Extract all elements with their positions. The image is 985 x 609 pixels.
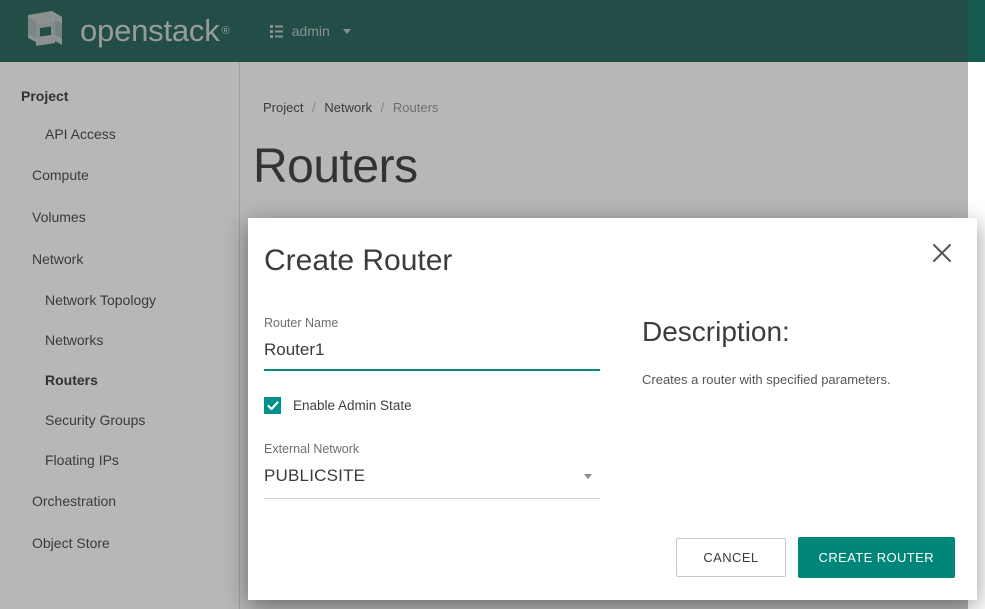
router-name-label: Router Name <box>264 316 339 330</box>
description-text: Creates a router with specified paramete… <box>642 372 891 387</box>
external-network-field-group: External Network PUBLICSITE <box>264 442 600 499</box>
close-x-icon[interactable] <box>927 238 957 268</box>
checkmark-icon <box>266 400 279 412</box>
enable-admin-state-row[interactable]: Enable Admin State <box>264 397 600 414</box>
description-panel: Description: Creates a router with speci… <box>600 316 947 499</box>
description-title: Description: <box>642 316 790 347</box>
router-name-field-group: Router Name <box>264 316 600 371</box>
external-network-select[interactable]: PUBLICSITE <box>264 466 600 499</box>
chevron-down-icon <box>584 473 592 479</box>
enable-admin-state-label: Enable Admin State <box>293 398 412 413</box>
horizon-app: openstack ® admin Project API Access Com… <box>0 0 985 609</box>
router-form: Router Name Enable Admin State Exter <box>264 316 600 499</box>
enable-admin-state-checkbox[interactable] <box>264 397 281 414</box>
modal-footer: CANCEL CREATE ROUTER <box>676 537 955 578</box>
modal-body: Router Name Enable Admin State Exter <box>248 278 977 499</box>
modal-title: Create Router <box>264 244 453 277</box>
external-network-selected-value: PUBLICSITE <box>264 466 366 485</box>
create-router-modal: Create Router Router Name Router1 Enable… <box>248 218 977 600</box>
cancel-button[interactable]: CANCEL <box>676 538 786 577</box>
external-network-label: External Network <box>264 442 360 456</box>
modal-header: Create Router <box>248 218 977 278</box>
router-name-input[interactable] <box>264 340 600 371</box>
create-router-button[interactable]: CREATE ROUTER <box>797 537 955 578</box>
